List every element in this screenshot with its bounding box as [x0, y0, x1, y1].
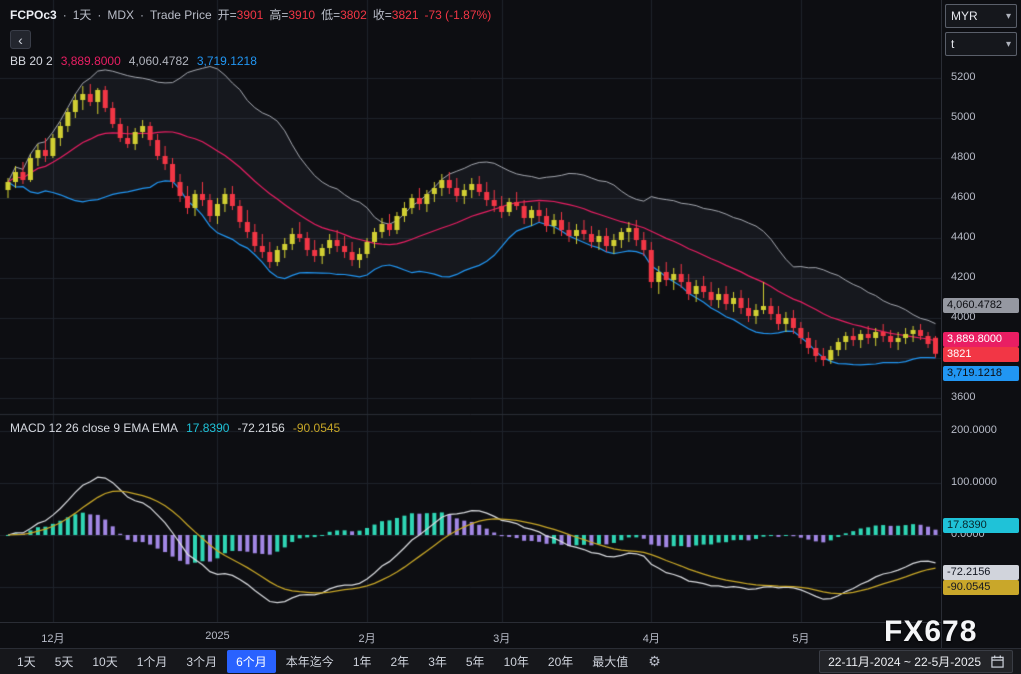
range-button-4[interactable]: 1个月: [128, 650, 177, 673]
ohlc-close: 收=3821: [373, 6, 419, 23]
bottom-toolbar: 1天5天10天1个月3个月6个月本年迄今1年2年3年5年10年20年最大值 ⚙ …: [0, 648, 1021, 674]
bb-lower-value: 3,719.1218: [197, 54, 257, 68]
macd-tick: 200.0000: [951, 424, 997, 436]
range-button-6[interactable]: 6个月: [227, 650, 276, 673]
chevron-down-icon: ▾: [1006, 11, 1011, 22]
exchange-label: MDX: [107, 8, 134, 22]
unit-value: t: [951, 37, 954, 51]
range-button-3[interactable]: 10天: [83, 650, 126, 673]
range-button-group: 1天5天10天1个月3个月6个月本年迄今1年2年3年5年10年20年最大值: [8, 650, 637, 673]
symbol-header: FCPOc3 · 1天 · MDX · Trade Price 开=3901 高…: [10, 6, 491, 23]
date-range-picker[interactable]: 22-11月-2024 ~ 22-5月-2025: [819, 650, 1013, 673]
price-tick: 4200: [951, 271, 975, 283]
watermark: FX678: [884, 615, 977, 649]
interval-label: 1天: [73, 6, 92, 23]
range-button-1[interactable]: 1天: [8, 650, 45, 673]
back-button[interactable]: ‹: [10, 30, 31, 49]
range-button-7[interactable]: 本年迄今: [277, 650, 343, 673]
range-button-2[interactable]: 5天: [46, 650, 83, 673]
candlestick-chart-canvas[interactable]: [0, 0, 941, 622]
unit-select[interactable]: t ▾: [945, 32, 1017, 56]
change-value: -73 (-1.87%): [425, 8, 492, 22]
macd-line-value: -72.2156: [237, 421, 284, 435]
time-tick: 5月: [792, 630, 809, 646]
macd-indicator-legend[interactable]: MACD 12 26 close 9 EMA EMA 17.8390 -72.2…: [10, 421, 340, 435]
macd-tick: 100.0000: [951, 476, 997, 488]
currency-select[interactable]: MYR ▾: [945, 4, 1017, 28]
range-button-5[interactable]: 3个月: [177, 650, 226, 673]
axis-unit-selectors: MYR ▾ t ▾: [945, 4, 1017, 60]
range-button-10[interactable]: 3年: [419, 650, 456, 673]
time-tick: 2月: [358, 630, 375, 646]
bb-indicator-legend[interactable]: BB 20 2 3,889.8000 4,060.4782 3,719.1218: [10, 54, 257, 68]
price-tick: 4600: [951, 191, 975, 203]
back-arrow-icon: ‹: [18, 32, 23, 48]
price-tag: 4,060.4782: [943, 298, 1019, 313]
trading-chart-app: FCPOc3 · 1天 · MDX · Trade Price 开=3901 高…: [0, 0, 1021, 674]
range-button-13[interactable]: 20年: [539, 650, 582, 673]
macd-signal-value: -90.0545: [293, 421, 340, 435]
macd-tag: -90.0545: [943, 580, 1019, 595]
date-range-text: 22-11月-2024 ~ 22-5月-2025: [828, 653, 981, 670]
time-tick: 12月: [41, 630, 64, 646]
time-axis[interactable]: 12月 2025 2月 3月 4月 5月: [0, 622, 941, 649]
price-tick: 4400: [951, 231, 975, 243]
macd-hist-value: 17.8390: [186, 421, 229, 435]
symbol-name: FCPOc3: [10, 8, 57, 22]
price-tag: 3821: [943, 347, 1019, 362]
separator: ·: [63, 8, 67, 22]
price-tick: 3600: [951, 391, 975, 403]
range-button-12[interactable]: 10年: [495, 650, 538, 673]
bb-upper-value: 4,060.4782: [129, 54, 189, 68]
price-axis[interactable]: 52005000480046004400420040003600200.0000…: [941, 0, 1021, 648]
series-label: Trade Price: [150, 8, 212, 22]
macd-tag: 17.8390: [943, 518, 1019, 533]
range-button-11[interactable]: 5年: [457, 650, 494, 673]
ohlc-low: 低=3802: [321, 6, 367, 23]
range-button-14[interactable]: 最大值: [583, 650, 637, 673]
time-tick: 4月: [643, 630, 660, 646]
macd-tag: -72.2156: [943, 565, 1019, 580]
range-button-8[interactable]: 1年: [344, 650, 381, 673]
time-tick: 3月: [493, 630, 510, 646]
price-tick: 5200: [951, 71, 975, 83]
price-tag: 3,889.8000: [943, 332, 1019, 347]
price-tick: 4800: [951, 151, 975, 163]
chevron-down-icon: ▾: [1006, 39, 1011, 50]
time-tick: 2025: [205, 630, 229, 642]
ohlc-open: 开=3901: [218, 6, 264, 23]
range-button-9[interactable]: 2年: [382, 650, 419, 673]
separator: ·: [140, 8, 144, 22]
ohlc-high: 高=3910: [269, 6, 315, 23]
currency-value: MYR: [951, 9, 978, 23]
calendar-icon: [991, 655, 1004, 668]
bb-title: BB 20 2: [10, 54, 53, 68]
price-tick: 5000: [951, 111, 975, 123]
price-tag: 3,719.1218: [943, 366, 1019, 381]
bb-basis-value: 3,889.8000: [61, 54, 121, 68]
settings-gear-icon[interactable]: ⚙: [648, 653, 661, 670]
macd-title: MACD 12 26 close 9 EMA EMA: [10, 421, 178, 435]
separator: ·: [97, 8, 101, 22]
